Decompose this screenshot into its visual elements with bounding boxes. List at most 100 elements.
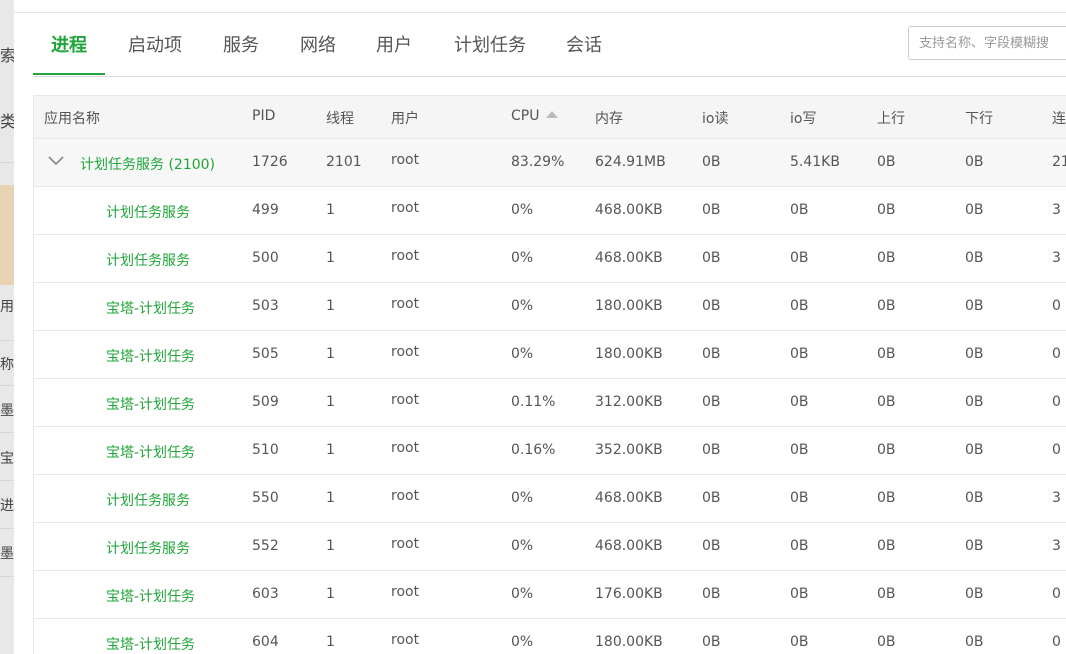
process-threads: 1: [326, 298, 335, 314]
process-io-write: 0B: [790, 250, 809, 266]
table-row-group[interactable]: 计划任务服务 (2100) 1726 2101 root 83.29% 624.…: [34, 139, 1066, 187]
table-row[interactable]: 宝塔-计划任务 505 1 root 0% 180.00KB 0B 0B 0B 0B 0: [34, 331, 1066, 379]
process-io-read: 0B: [702, 346, 721, 362]
col-memory[interactable]: 内存: [595, 108, 623, 128]
process-download: 0B: [965, 202, 984, 218]
process-download: 0B: [965, 250, 984, 266]
process-cpu: 0%: [511, 250, 534, 266]
process-connections: 0: [1052, 442, 1061, 458]
col-connections[interactable]: 连: [1052, 108, 1066, 128]
bg-text: 类: [0, 112, 14, 131]
process-download: 0B: [965, 490, 984, 506]
table-row[interactable]: 宝塔-计划任务 510 1 root 0.16% 352.00KB 0B 0B 0B 0B 0: [34, 427, 1066, 475]
process-io-write: 0B: [790, 538, 809, 554]
process-connections: 0: [1052, 298, 1061, 314]
process-io-read: 0B: [702, 298, 721, 314]
process-memory: 468.00KB: [595, 250, 663, 266]
active-tab-indicator: [33, 73, 105, 75]
process-io-write: 0B: [790, 346, 809, 362]
process-name[interactable]: 宝塔-计划任务: [106, 634, 195, 654]
process-io-read: 0B: [702, 202, 721, 218]
table-row[interactable]: 计划任务服务 552 1 root 0% 468.00KB 0B 0B 0B 0B 3: [34, 523, 1066, 571]
process-cpu: 0%: [511, 202, 534, 218]
process-download: 0B: [965, 634, 984, 650]
process-name[interactable]: 计划任务服务: [106, 538, 190, 558]
process-connections: 0: [1052, 634, 1061, 650]
process-pid: 604: [252, 634, 279, 650]
process-name[interactable]: 计划任务服务: [106, 250, 190, 270]
process-pid: 1726: [252, 154, 288, 170]
process-upload: 0B: [877, 202, 896, 218]
process-cpu: 0%: [511, 346, 534, 362]
bg-text: 墨: [0, 546, 14, 562]
tab-sessions[interactable]: 会话: [566, 31, 602, 57]
process-io-read: 0B: [702, 586, 721, 602]
process-name[interactable]: 计划任务服务: [106, 490, 190, 510]
table-row[interactable]: 计划任务服务 499 1 root 0% 468.00KB 0B 0B 0B 0B 3: [34, 187, 1066, 235]
sort-ascending-icon[interactable]: [546, 111, 559, 118]
process-connections: 0: [1052, 394, 1061, 410]
chevron-down-icon[interactable]: [47, 153, 65, 167]
process-io-read: 0B: [702, 490, 721, 506]
process-cpu: 0.11%: [511, 394, 556, 410]
table-row[interactable]: 计划任务服务 500 1 root 0% 468.00KB 0B 0B 0B 0B 3: [34, 235, 1066, 283]
process-name[interactable]: 计划任务服务 (2100): [80, 154, 215, 174]
process-name[interactable]: 计划任务服务: [106, 202, 190, 222]
process-user: root: [391, 344, 420, 360]
process-cpu: 0%: [511, 490, 534, 506]
process-name[interactable]: 宝塔-计划任务: [106, 442, 195, 462]
process-memory: 180.00KB: [595, 298, 663, 314]
process-memory: 180.00KB: [595, 634, 663, 650]
process-threads: 1: [326, 634, 335, 650]
process-io-read: 0B: [702, 634, 721, 650]
table-row[interactable]: 宝塔-计划任务 604 1 root 0% 180.00KB 0B 0B 0B 0B 0: [34, 619, 1066, 654]
search-input[interactable]: [909, 27, 1066, 59]
bg-thumbnail: [0, 185, 14, 285]
tab-startup[interactable]: 启动项: [128, 31, 182, 57]
process-io-write: 0B: [790, 202, 809, 218]
tab-users[interactable]: 用户: [376, 31, 412, 57]
process-threads: 1: [326, 442, 335, 458]
process-name[interactable]: 宝塔-计划任务: [106, 298, 195, 318]
process-io-write: 0B: [790, 634, 809, 650]
process-pid: 552: [252, 538, 279, 554]
table-row[interactable]: 宝塔-计划任务 509 1 root 0.11% 312.00KB 0B 0B 0B 0B 0: [34, 379, 1066, 427]
process-cpu: 0%: [511, 634, 534, 650]
process-memory: 176.00KB: [595, 586, 663, 602]
col-cpu[interactable]: CPU: [511, 108, 559, 124]
table-row[interactable]: 计划任务服务 550 1 root 0% 468.00KB 0B 0B 0B 0B 3: [34, 475, 1066, 523]
process-manager-panel: 进程 启动项 服务 网络 用户 计划任务 会话 应用名称 PID 线程 用户 C…: [14, 0, 1066, 654]
bg-text: 称: [0, 357, 14, 373]
process-download: 0B: [965, 346, 984, 362]
tab-network[interactable]: 网络: [300, 31, 336, 57]
process-upload: 0B: [877, 250, 896, 266]
col-io-read[interactable]: io读: [702, 108, 728, 128]
process-upload: 0B: [877, 538, 896, 554]
process-user: root: [391, 392, 420, 408]
col-io-write[interactable]: io写: [790, 108, 816, 128]
bg-text: 宝: [0, 451, 14, 467]
process-name[interactable]: 宝塔-计划任务: [106, 394, 195, 414]
background-page-strip: 索 类 用 称 墨 宝 进 墨: [0, 0, 14, 654]
process-name[interactable]: 宝塔-计划任务: [106, 346, 195, 366]
process-user: root: [391, 440, 420, 456]
process-user: root: [391, 584, 420, 600]
col-pid[interactable]: PID: [252, 108, 275, 124]
process-io-read: 0B: [702, 394, 721, 410]
col-download[interactable]: 下行: [965, 108, 993, 128]
tab-scheduled-tasks[interactable]: 计划任务: [454, 31, 526, 57]
process-upload: 0B: [877, 490, 896, 506]
col-threads[interactable]: 线程: [326, 108, 354, 128]
process-threads: 2101: [326, 154, 362, 170]
process-user: root: [391, 152, 420, 168]
process-cpu: 0%: [511, 298, 534, 314]
col-upload[interactable]: 上行: [877, 108, 905, 128]
process-threads: 1: [326, 346, 335, 362]
process-name[interactable]: 宝塔-计划任务: [106, 586, 195, 606]
tab-process[interactable]: 进程: [51, 31, 87, 57]
process-connections: 3: [1052, 538, 1061, 554]
process-user: root: [391, 296, 420, 312]
tab-services[interactable]: 服务: [223, 31, 259, 57]
table-row[interactable]: 宝塔-计划任务 603 1 root 0% 176.00KB 0B 0B 0B 0B 0: [34, 571, 1066, 619]
table-row[interactable]: 宝塔-计划任务 503 1 root 0% 180.00KB 0B 0B 0B 0B 0: [34, 283, 1066, 331]
